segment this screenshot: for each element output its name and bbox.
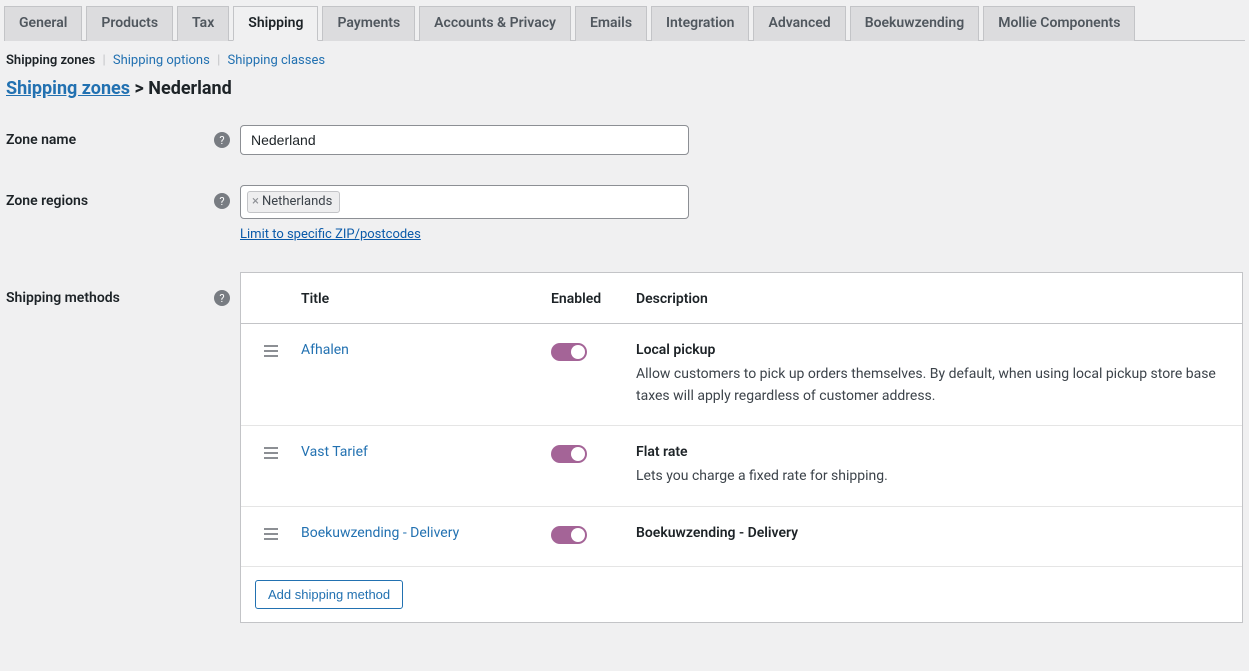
drag-handle-icon[interactable] xyxy=(241,342,301,357)
zone-name-label: Zone name xyxy=(6,132,76,148)
table-row: Afhalen Local pickup Allow customers to … xyxy=(241,324,1242,426)
table-header: Title Enabled Description xyxy=(241,273,1242,324)
zone-name-input[interactable] xyxy=(240,125,689,155)
method-desc-title: Boekuwzending - Delivery xyxy=(636,525,1230,541)
help-tip-icon[interactable]: ? xyxy=(214,290,230,306)
form-row-zone-name: Zone name ? xyxy=(4,125,1245,185)
shipping-methods-table: Title Enabled Description Afhalen Local … xyxy=(240,272,1243,623)
limit-zip-link[interactable]: Limit to specific ZIP/postcodes xyxy=(240,227,689,242)
tab-products[interactable]: Products xyxy=(86,6,173,41)
tab-mollie-components[interactable]: Mollie Components xyxy=(983,6,1135,41)
enabled-toggle[interactable] xyxy=(551,526,587,544)
tab-integration[interactable]: Integration xyxy=(651,6,749,41)
tab-shipping[interactable]: Shipping xyxy=(233,6,318,41)
form-row-shipping-methods: Shipping methods ? Title Enabled Descrip… xyxy=(4,272,1245,633)
tab-advanced[interactable]: Advanced xyxy=(753,6,845,41)
settings-tabs: General Products Tax Shipping Payments A… xyxy=(4,4,1245,41)
tab-general[interactable]: General xyxy=(4,6,82,41)
remove-region-icon[interactable]: × xyxy=(252,195,259,208)
breadcrumb: Shipping zones > Nederland xyxy=(4,78,1245,125)
region-tag-label: Netherlands xyxy=(262,194,332,209)
enabled-toggle[interactable] xyxy=(551,343,587,361)
enabled-toggle[interactable] xyxy=(551,445,587,463)
method-desc-title: Local pickup xyxy=(636,342,1230,358)
zone-regions-label: Zone regions xyxy=(6,193,88,209)
drag-handle-icon[interactable] xyxy=(241,444,301,459)
add-shipping-method-button[interactable]: Add shipping method xyxy=(255,580,403,609)
header-enabled: Enabled xyxy=(551,291,636,307)
region-tag: × Netherlands xyxy=(247,191,340,213)
subtab-shipping-classes[interactable]: Shipping classes xyxy=(227,53,325,68)
method-desc-text: Lets you charge a fixed rate for shippin… xyxy=(636,466,1230,488)
method-title-link[interactable]: Afhalen xyxy=(301,342,349,358)
tab-payments[interactable]: Payments xyxy=(322,6,415,41)
breadcrumb-sep: > xyxy=(130,78,148,99)
table-footer: Add shipping method xyxy=(241,567,1242,622)
header-description: Description xyxy=(636,291,1242,307)
help-tip-icon[interactable]: ? xyxy=(214,132,230,148)
shipping-methods-label: Shipping methods xyxy=(6,290,120,306)
method-desc-title: Flat rate xyxy=(636,444,1230,460)
subtab-sep: | xyxy=(98,53,109,68)
method-title-link[interactable]: Vast Tarief xyxy=(301,444,368,460)
tab-tax[interactable]: Tax xyxy=(177,6,229,41)
form-row-zone-regions: Zone regions ? × Netherlands Limit to sp… xyxy=(4,185,1245,272)
tab-boekuwzending[interactable]: Boekuwzending xyxy=(850,6,980,41)
header-title: Title xyxy=(301,291,551,307)
breadcrumb-current: Nederland xyxy=(148,78,232,99)
help-tip-icon[interactable]: ? xyxy=(214,193,230,209)
method-desc-text: Allow customers to pick up orders themse… xyxy=(636,364,1230,407)
tab-accounts-privacy[interactable]: Accounts & Privacy xyxy=(419,6,571,41)
zone-regions-input[interactable]: × Netherlands xyxy=(240,185,689,219)
breadcrumb-parent-link[interactable]: Shipping zones xyxy=(6,78,130,99)
subtab-shipping-options[interactable]: Shipping options xyxy=(113,53,210,68)
table-row: Boekuwzending - Delivery Boekuwzending -… xyxy=(241,507,1242,567)
shipping-subtabs: Shipping zones | Shipping options | Ship… xyxy=(4,41,1245,78)
subtab-sep: | xyxy=(213,53,224,68)
method-title-link[interactable]: Boekuwzending - Delivery xyxy=(301,525,459,541)
drag-handle-icon[interactable] xyxy=(241,525,301,540)
table-row: Vast Tarief Flat rate Lets you charge a … xyxy=(241,426,1242,507)
tab-emails[interactable]: Emails xyxy=(575,6,647,41)
subtab-shipping-zones[interactable]: Shipping zones xyxy=(6,53,95,68)
